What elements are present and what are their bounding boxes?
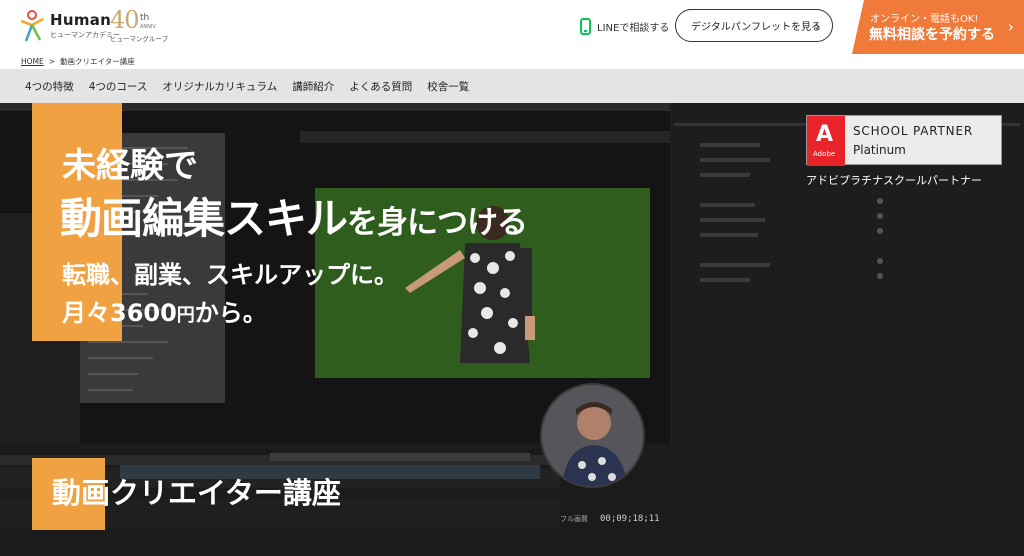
webcam-overlay [540,383,645,488]
hero-price-yen: 円 [176,305,195,326]
anniversary-small: ANNIV. [140,24,157,30]
chevron-right-icon: › [1007,17,1014,36]
hero-headline-3: 転職、副業、スキルアップに。 [62,261,398,289]
line-consult-link[interactable]: LINEで相談する [580,17,669,35]
site-header: Human ヒューマンアカデミー 40 th ANNIV. ヒューマングループ … [0,0,1024,54]
chevron-right-icon: › [815,19,820,33]
adobe-partner-badge: A Adobe SCHOOL PARTNER Platinum [806,115,1002,166]
consult-main-text: 無料相談を予約する [869,27,995,43]
instructor-portrait-icon [562,402,628,486]
section-nav: 4つの特徴 4つのコース オリジナルカリキュラム 講師紹介 よくある質問 校舎一… [0,69,1024,103]
hero-section: 未経験で 動画編集スキルを身につける 転職、副業、スキルアップに。 月々3600… [0,103,1024,556]
partner-line-1: SCHOOL PARTNER [853,124,973,138]
hero-headline-2-tail: を身につける [347,205,528,241]
anniversary-group: ヒューマングループ [110,35,169,43]
hero-price-number: 3600 [110,299,177,327]
course-title: 動画クリエイター講座 [52,476,341,510]
hero-headline-2-main: 動画編集スキル [60,194,348,243]
nav-item-faq[interactable]: よくある質問 [349,79,412,94]
breadcrumb-home[interactable]: HOME [21,57,44,66]
human-logo-icon[interactable] [18,9,46,43]
line-consult-label: LINEで相談する [597,22,670,34]
timecode-readout: 00;09;18;11 [600,514,660,524]
nav-item-instructors[interactable]: 講師紹介 [292,79,334,94]
anniversary-number: 40 [110,6,140,34]
hero-headline-4: 月々3600円から。 [62,293,267,328]
pamphlet-label: デジタルパンフレットを見る [691,22,821,33]
breadcrumb: HOME > 動画クリエイター講座 [0,54,1024,69]
smartphone-icon [580,17,591,35]
partner-caption: アドビプラチナスクールパートナー [806,174,982,187]
nav-item-campuses[interactable]: 校舎一覧 [427,79,469,94]
hero-headline-2: 動画編集スキルを身につける [60,185,528,246]
partner-line-2: Platinum [853,143,906,157]
hero-price-suffix: から。 [194,299,267,327]
free-consultation-button[interactable]: オンライン・電話もOK! 無料相談を予約する › [852,0,1024,54]
nav-item-courses[interactable]: 4つのコース [89,79,148,94]
digital-pamphlet-button[interactable]: デジタルパンフレットを見る › [675,9,833,42]
anniversary-suffix: th [140,13,150,23]
logo-wordmark[interactable]: Human [50,11,111,29]
consult-subtext: オンライン・電話もOK! [870,14,979,25]
adobe-logo-icon: A Adobe [807,116,845,166]
breadcrumb-current: 動画クリエイター講座 [60,57,135,66]
fit-label: フル画質 [560,515,588,523]
breadcrumb-separator: > [48,57,56,66]
nav-item-features[interactable]: 4つの特徴 [25,79,74,94]
hero-price-prefix: 月々 [62,299,110,327]
nav-item-curriculum[interactable]: オリジナルカリキュラム [162,79,277,94]
hero-headline-1: 未経験で [62,146,198,186]
